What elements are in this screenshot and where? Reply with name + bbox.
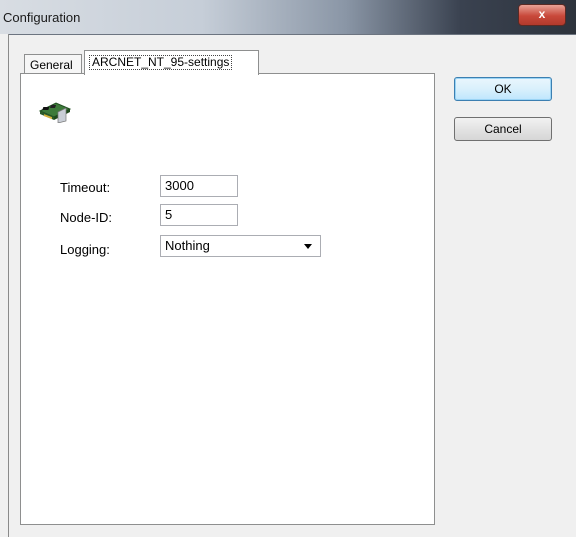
network-card-icon	[38, 97, 72, 126]
chevron-down-icon	[304, 244, 312, 249]
logging-label: Logging:	[60, 242, 110, 257]
node-id-field[interactable]: 5	[160, 204, 238, 226]
close-button[interactable]: x	[518, 4, 566, 26]
settings-panel	[20, 73, 435, 525]
node-id-label: Node-ID:	[60, 210, 113, 225]
timeout-field[interactable]: 3000	[160, 175, 238, 197]
logging-select-value: Nothing	[165, 238, 210, 253]
cancel-button[interactable]: Cancel	[454, 117, 552, 141]
tab-general[interactable]: General	[24, 54, 82, 73]
logging-select[interactable]: Nothing	[160, 235, 321, 257]
timeout-label: Timeout:	[60, 180, 111, 195]
title-bar: Configuration x	[0, 0, 576, 35]
tab-arcnet-settings-label: ARCNET_NT_95-settings	[89, 55, 233, 70]
window-title: Configuration	[3, 10, 81, 25]
tab-arcnet-settings[interactable]: ARCNET_NT_95-settings	[84, 50, 259, 75]
ok-button[interactable]: OK	[454, 77, 552, 101]
tab-general-label: General	[30, 58, 73, 72]
close-icon: x	[538, 7, 546, 21]
window-frame	[0, 34, 9, 537]
